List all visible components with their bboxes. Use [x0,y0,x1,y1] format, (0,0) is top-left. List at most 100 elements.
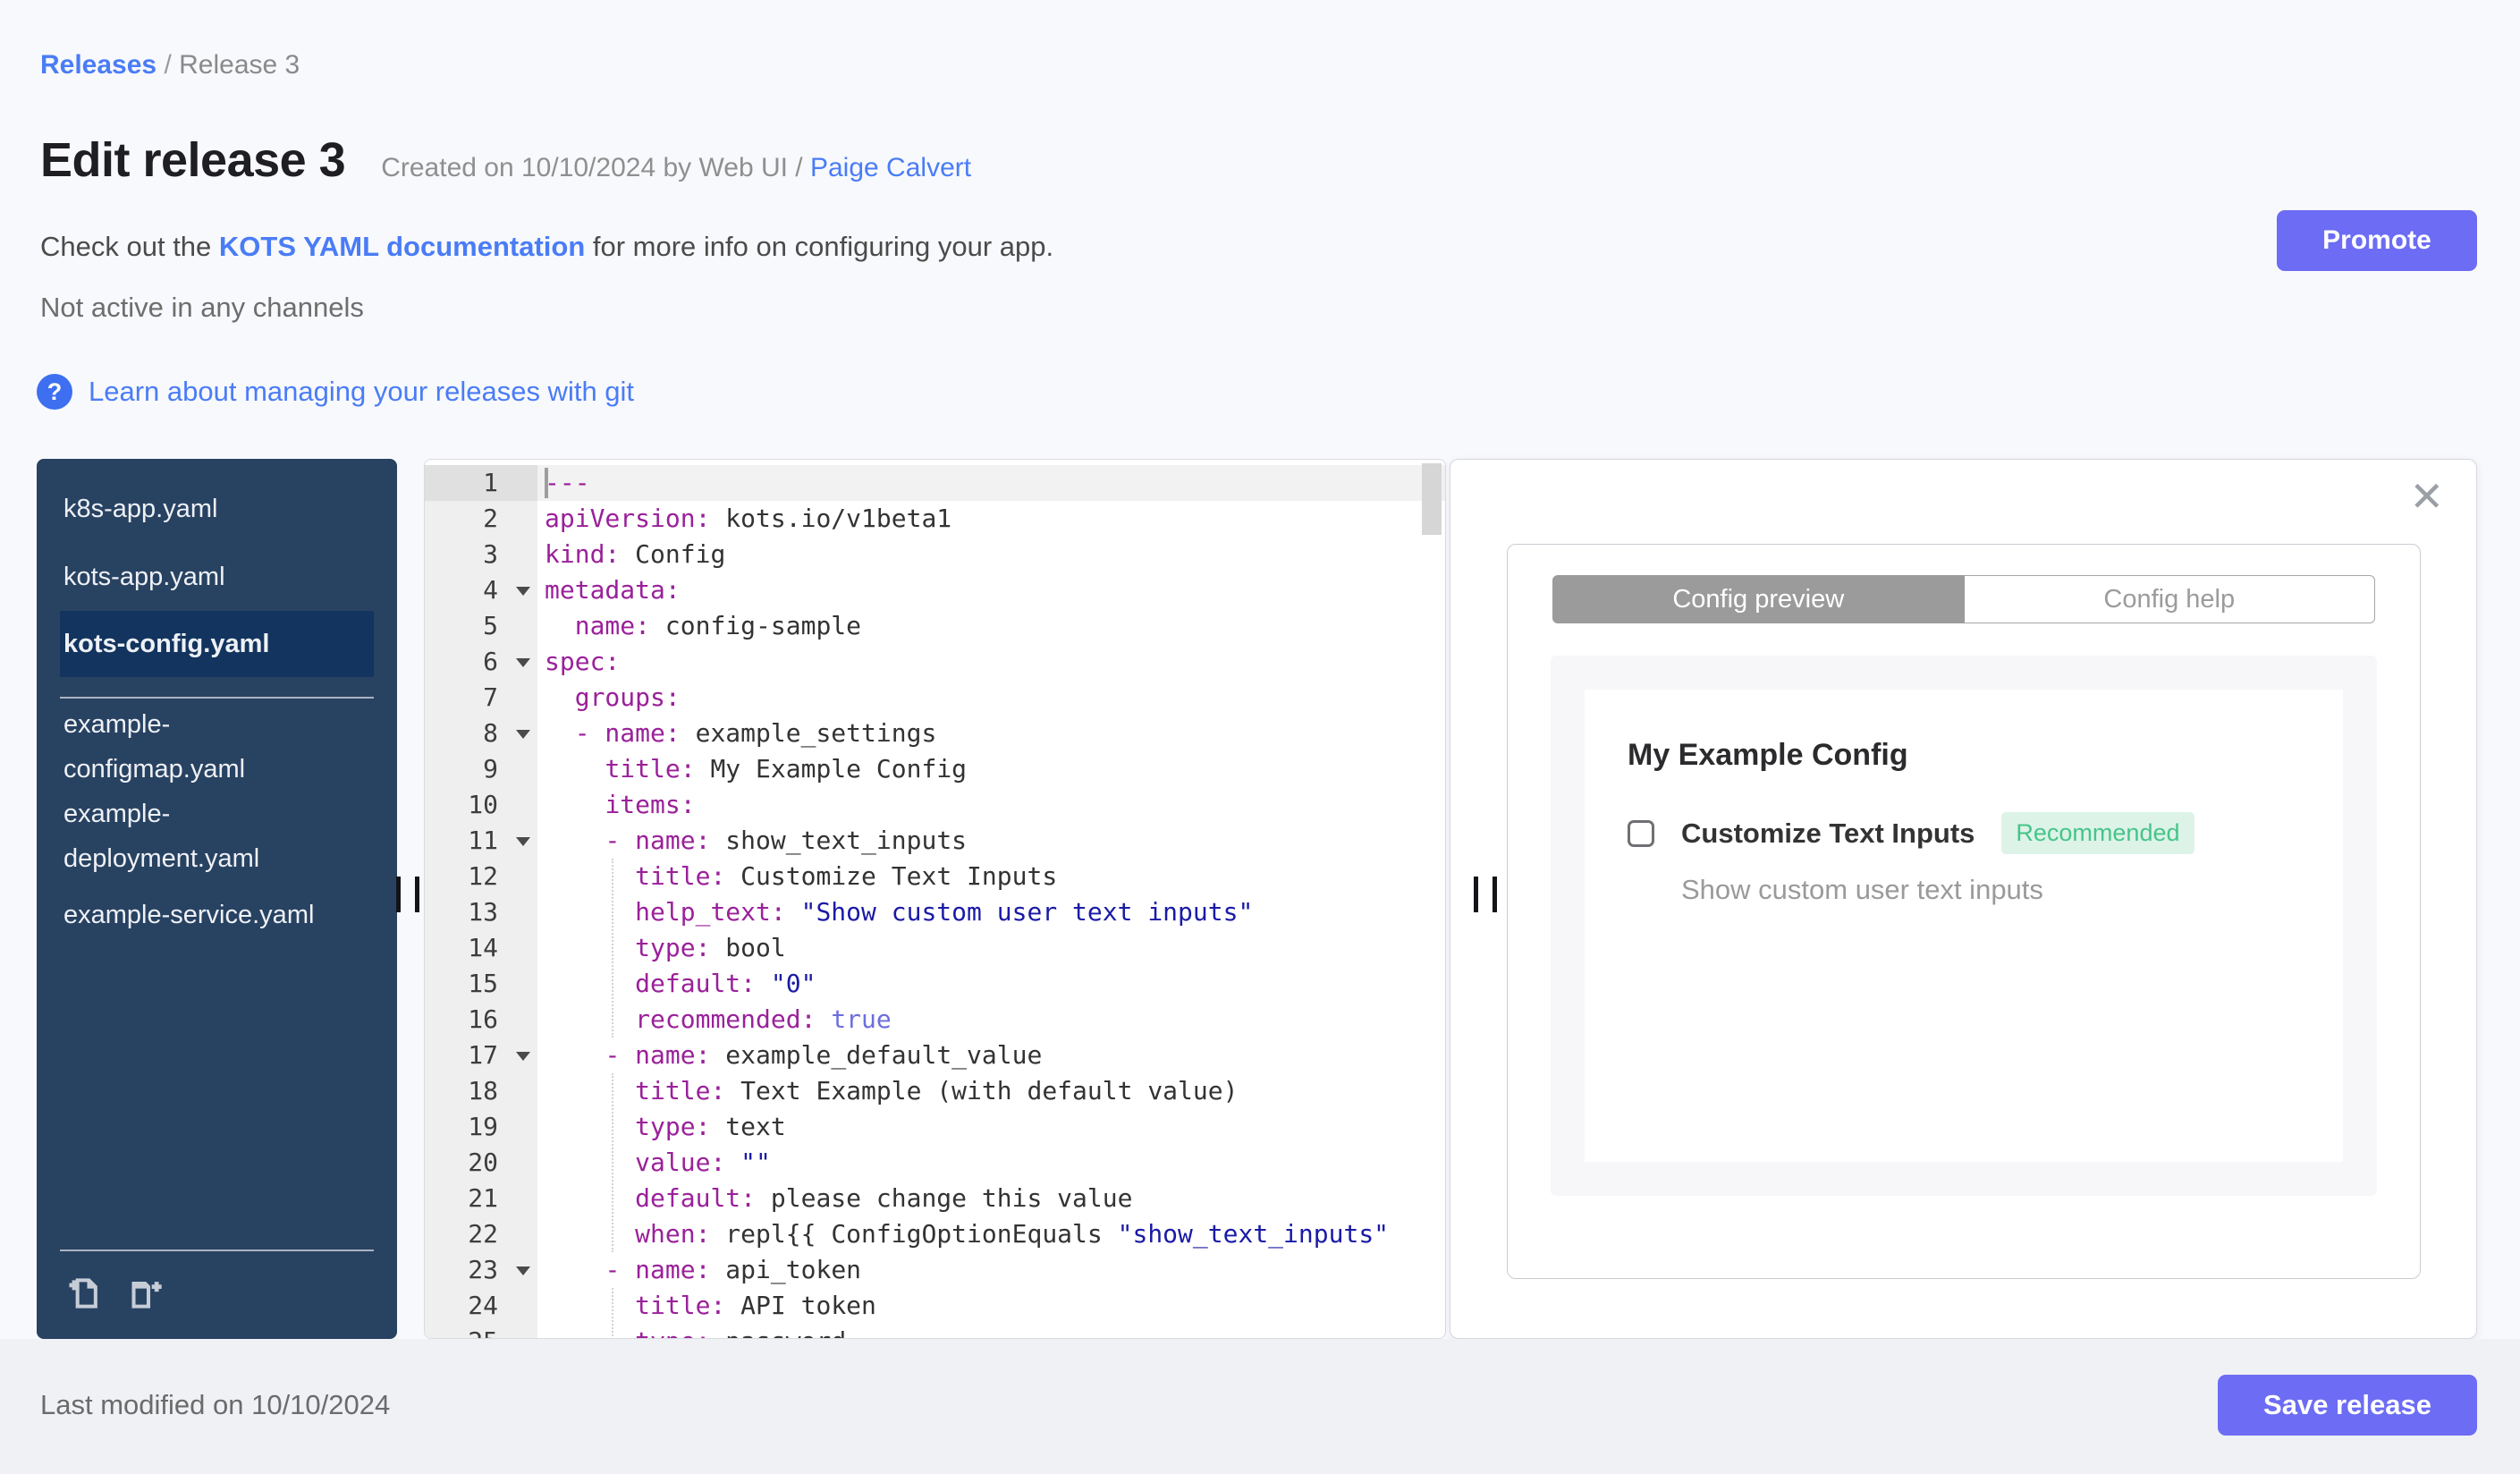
editor-line-10[interactable]: 10 items: [425,787,1445,823]
editor-code-10[interactable]: items: [537,787,1445,823]
editor-code-1[interactable]: --- [537,465,1445,501]
editor-line-17[interactable]: 17 - name: example_default_value [425,1038,1445,1073]
fold-toggle-icon[interactable] [516,587,530,596]
editor-code-16[interactable]: recommended: true [537,1002,1445,1038]
config-item-label: Customize Text Inputs [1681,817,1975,849]
editor-code-20[interactable]: value: "" [537,1145,1445,1181]
editor-code-18[interactable]: title: Text Example (with default value) [537,1073,1445,1109]
code-token: My Example Config [695,754,968,784]
editor-line-24[interactable]: 24 title: API token [425,1288,1445,1324]
editor-code-7[interactable]: groups: [537,680,1445,716]
editor-gutter-20: 20 [425,1145,537,1181]
editor-code-14[interactable]: type: bool [537,930,1445,966]
editor-code-17[interactable]: - name: example_default_value [537,1038,1445,1073]
editor-code-19[interactable]: type: text [537,1109,1445,1145]
editor-line-2[interactable]: 2 apiVersion: kots.io/v1beta1 [425,501,1445,537]
save-release-button[interactable]: Save release [2218,1375,2477,1436]
editor-gutter-10: 10 [425,787,537,823]
editor-code-8[interactable]: - name: example_settings [537,716,1445,751]
editor-code-13[interactable]: help_text: "Show custom user text inputs… [537,894,1445,930]
author-link[interactable]: Paige Calvert [810,153,971,182]
git-help-row[interactable]: ? Learn about managing your releases wit… [37,374,634,410]
editor-line-5[interactable]: 5 name: config-sample [425,608,1445,644]
editor-gutter-4: 4 [425,572,537,608]
file-tree-item-example-deployment.yaml[interactable]: example-deployment.yaml [60,792,374,881]
editor-line-19[interactable]: 19 type: text [425,1109,1445,1145]
fold-toggle-icon[interactable] [516,1266,530,1275]
editor-line-9[interactable]: 9 title: My Example Config [425,751,1445,787]
panel-resize-handle[interactable] [1474,877,1499,912]
code-token: Text Example (with default value) [725,1076,1239,1106]
code-token: type: [635,933,711,962]
editor-line-16[interactable]: 16 recommended: true [425,1002,1445,1038]
editor-line-25[interactable]: 25 type: password [425,1324,1445,1338]
file-tree-item-example-service.yaml[interactable]: example-service.yaml [60,881,374,949]
editor-code-22[interactable]: when: repl{{ ConfigOptionEquals "show_te… [537,1216,1445,1252]
code-token: title: [635,861,726,891]
editor-line-21[interactable]: 21 default: please change this value [425,1181,1445,1216]
sidebar-resize-handle[interactable] [396,877,421,912]
editor-line-13[interactable]: 13 help_text: "Show custom user text inp… [425,894,1445,930]
file-tree-item-example-configmap.yaml[interactable]: example-configmap.yaml [60,702,374,792]
fold-toggle-icon[interactable] [516,837,530,846]
editor-code-11[interactable]: - name: show_text_inputs [537,823,1445,859]
editor-line-1[interactable]: 1 --- [425,465,1445,501]
code-token: kind: [545,539,621,569]
file-tree-footer-divider [60,1250,374,1251]
file-tree-item-k8s-app.yaml[interactable]: k8s-app.yaml [60,475,374,543]
editor-line-23[interactable]: 23 - name: api_token [425,1252,1445,1288]
file-tree-item-kots-app.yaml[interactable]: kots-app.yaml [60,543,374,611]
editor-line-4[interactable]: 4 metadata: [425,572,1445,608]
tab-config-preview[interactable]: Config preview [1552,575,1965,623]
file-tree-item-kots-config.yaml[interactable]: kots-config.yaml [60,611,374,677]
editor-code-4[interactable]: metadata: [537,572,1445,608]
editor-code-15[interactable]: default: "0" [537,966,1445,1002]
editor-code-6[interactable]: spec: [537,644,1445,680]
indent-guide [612,1288,613,1338]
config-preview-card: Config preview Config help My Example Con… [1507,544,2421,1279]
new-folder-icon[interactable] [128,1273,169,1314]
editor-line-8[interactable]: 8 - name: example_settings [425,716,1445,751]
editor-line-22[interactable]: 22 when: repl{{ ConfigOptionEquals "show… [425,1216,1445,1252]
customize-text-inputs-checkbox[interactable] [1628,819,1654,847]
git-releases-link[interactable]: Learn about managing your releases with … [89,376,634,408]
promote-button[interactable]: Promote [2277,210,2477,271]
editor-line-11[interactable]: 11 - name: show_text_inputs [425,823,1445,859]
new-file-icon[interactable] [63,1273,105,1314]
editor-code-3[interactable]: kind: Config [537,537,1445,572]
editor-code-12[interactable]: title: Customize Text Inputs [537,859,1445,894]
editor-code-24[interactable]: title: API token [537,1288,1445,1324]
editor-code-21[interactable]: default: please change this value [537,1181,1445,1216]
editor-code-5[interactable]: name: config-sample [537,608,1445,644]
breadcrumb-releases-link[interactable]: Releases [40,50,156,80]
yaml-code-editor[interactable]: 1 --- 2 apiVersion: kots.io/v1beta1 3 kind: C… [424,459,1446,1339]
fold-toggle-icon[interactable] [516,658,530,667]
kots-yaml-doc-link[interactable]: KOTS YAML documentation [219,231,585,262]
code-token: please change this value [756,1183,1133,1213]
code-token: help_text: [635,897,786,927]
editor-code-25[interactable]: type: password [537,1324,1445,1338]
editor-line-3[interactable]: 3 kind: Config [425,537,1445,572]
editor-line-15[interactable]: 15 default: "0" [425,966,1445,1002]
editor-line-18[interactable]: 18 title: Text Example (with default val… [425,1073,1445,1109]
editor-line-12[interactable]: 12 title: Customize Text Inputs [425,859,1445,894]
editor-code-2[interactable]: apiVersion: kots.io/v1beta1 [537,501,1445,537]
editor-line-20[interactable]: 20 value: "" [425,1145,1445,1181]
tab-config-help[interactable]: Config help [1964,575,2375,623]
editor-scrollbar-thumb[interactable] [1422,463,1442,535]
fold-toggle-icon[interactable] [516,1052,530,1061]
close-icon[interactable]: ✕ [2409,476,2444,517]
editor-line-7[interactable]: 7 groups: [425,680,1445,716]
editor-line-6[interactable]: 6 spec: [425,644,1445,680]
editor-code-23[interactable]: - name: api_token [537,1252,1445,1288]
editor-code-9[interactable]: title: My Example Config [537,751,1445,787]
editor-gutter-24: 24 [425,1288,537,1324]
editor-line-14[interactable]: 14 type: bool [425,930,1445,966]
fold-toggle-icon[interactable] [516,730,530,739]
